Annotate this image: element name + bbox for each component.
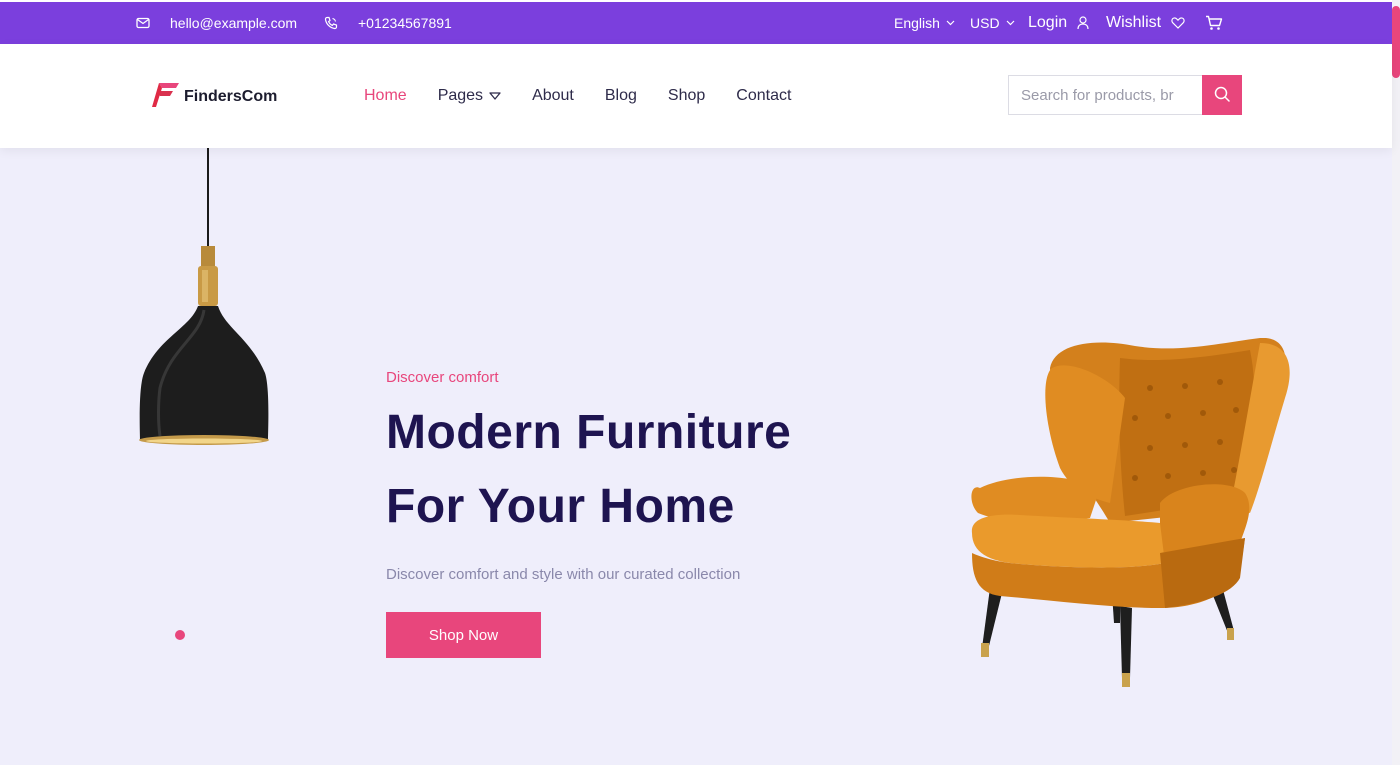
nav-blog-label: Blog [604,87,637,104]
nav-blog[interactable]: Blog [605,87,637,105]
nav-home[interactable]: Home [364,87,407,105]
top-bar: hello@example.com +01234567891 English U… [0,0,1392,44]
cart-button[interactable] [1205,2,1223,44]
email-text: hello@example.com [170,15,298,31]
login-link[interactable]: Login [1028,2,1089,44]
nav-shop-label: Shop [667,87,706,104]
triangle-down-icon [489,87,501,105]
nav-pages[interactable]: Pages [438,87,501,105]
nav-about[interactable]: About [532,87,574,105]
pendant-lamp-image [130,148,280,463]
mail-icon [136,17,150,29]
search-button[interactable] [1202,75,1242,115]
page-scrollbar[interactable] [1392,0,1400,765]
slider-dot[interactable] [175,630,185,640]
search-input[interactable] [1008,75,1202,115]
search-icon [1213,85,1231,106]
scrollbar-thumb[interactable] [1392,6,1400,78]
headline-line-1: Modern Furniture [386,406,792,459]
chevron-down-icon [1006,20,1015,26]
headline-line-2: For Your Home [386,480,735,533]
contact-email[interactable]: hello@example.com [136,2,297,44]
contact-phone[interactable]: +01234567891 [324,2,452,44]
phone-icon [324,16,338,30]
logo-mark-icon [152,80,180,113]
cart-icon [1205,15,1223,31]
nav-home-label: Home [364,87,407,104]
armchair-image [960,337,1300,703]
wishlist-label: Wishlist [1106,14,1162,31]
primary-nav: Home Pages About Blog Shop Contact [364,44,791,148]
nav-pages-label: Pages [437,87,484,104]
logo[interactable]: FindersCom [152,80,277,113]
chevron-down-icon [946,20,955,26]
user-icon [1077,16,1089,30]
shop-now-button[interactable]: Shop Now [386,612,541,658]
nav-about-label: About [532,87,574,104]
hero-subtext: Discover comfort and style with our cura… [386,566,741,583]
nav-contact-label: Contact [736,87,792,104]
nav-contact[interactable]: Contact [736,87,791,105]
hero-headline: Modern Furniture For Your Home [386,396,906,544]
currency-select[interactable]: USD [970,2,1015,44]
login-label: Login [1028,14,1068,31]
currency-value: USD [970,15,1000,31]
logo-text: FindersCom [184,87,278,105]
language-value: English [894,15,940,31]
hero-section: Discover comfort Modern Furniture For Yo… [0,148,1392,765]
heart-icon [1171,17,1185,29]
wishlist-link[interactable]: Wishlist [1106,2,1185,44]
search-box [1008,75,1242,115]
language-select[interactable]: English [894,2,955,44]
phone-text: +01234567891 [358,15,452,31]
hero-eyebrow: Discover comfort [386,369,499,386]
main-header: FindersCom Home Pages About Blog Shop Co… [0,44,1392,148]
nav-shop[interactable]: Shop [668,87,705,105]
